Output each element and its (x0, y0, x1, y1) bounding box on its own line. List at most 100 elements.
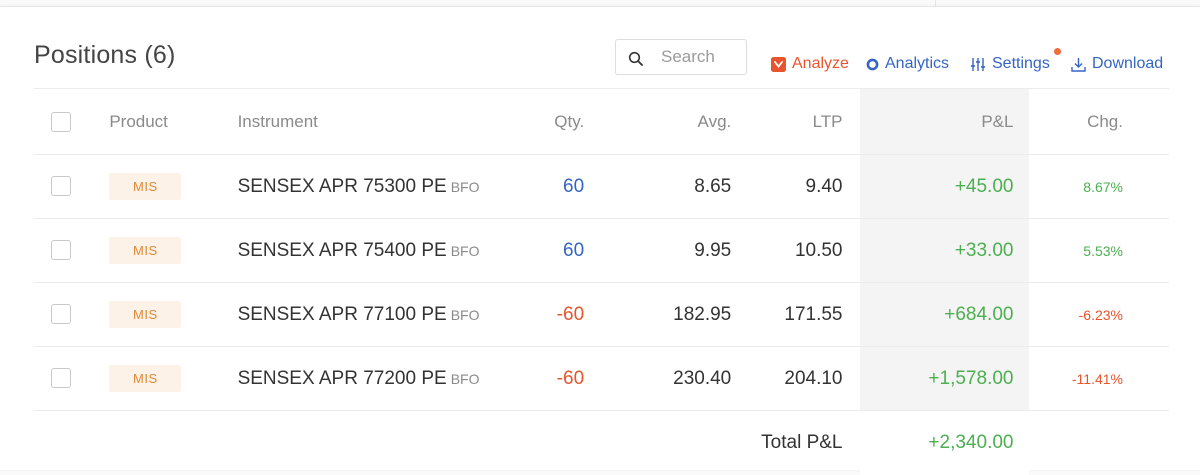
column-header-chg[interactable]: Chg. (1029, 88, 1169, 155)
column-header-qty[interactable]: Qty. (502, 88, 615, 155)
analytics-icon (866, 58, 879, 70)
analytics-label: Analytics (885, 55, 950, 72)
ltp-cell: 10.50 (731, 218, 860, 283)
download-label: Download (1092, 55, 1164, 72)
pnl-value: +45.00 (954, 175, 1014, 197)
row-select-cell (34, 282, 110, 347)
page-title: Positions (6) (34, 41, 176, 69)
pnl-cell: +45.00 (859, 154, 1030, 219)
chg-cell: 8.67% (1029, 154, 1169, 219)
instrument-cell[interactable]: SENSEX APR 75300 PE BFO (237, 154, 503, 219)
product-cell: MIS (109, 154, 238, 219)
qty-value: -60 (556, 303, 585, 325)
search-input[interactable] (661, 47, 741, 67)
pnl-value: +1,578.00 (928, 367, 1014, 389)
exchange-label: BFO (450, 370, 480, 387)
table-header-row: Product Instrument Qty. Avg. LTP P&L Chg… (34, 88, 1169, 155)
chg-value: 8.67% (1083, 178, 1123, 195)
column-header-product[interactable]: Product (109, 88, 238, 155)
avg-value: 9.95 (694, 239, 732, 261)
qty-value: -60 (556, 367, 585, 389)
qty-cell: -60 (502, 346, 615, 411)
analyze-label: Analyze (792, 55, 849, 72)
exchange-label: BFO (450, 178, 480, 195)
table-row[interactable]: MIS SENSEX APR 77200 PE BFO -60 230.40 20… (34, 346, 1169, 411)
column-header-instrument[interactable]: Instrument (237, 88, 503, 155)
instrument-cell[interactable]: SENSEX APR 77100 PE BFO (237, 282, 503, 347)
positions-panel: Positions (6) Analyze Analytics (0, 6, 1200, 475)
select-all-checkbox[interactable] (51, 111, 71, 132)
product-badge: MIS (109, 237, 182, 264)
ltp-value: 10.50 (794, 239, 843, 261)
chg-cell: 5.53% (1029, 218, 1169, 283)
product-cell: MIS (109, 346, 238, 411)
settings-notification-dot (1054, 48, 1061, 55)
column-header-ltp[interactable]: LTP (731, 88, 860, 155)
product-cell: MIS (109, 282, 238, 347)
product-badge: MIS (109, 365, 182, 392)
settings-button[interactable]: Settings (970, 54, 1050, 74)
row-select-cell (34, 218, 110, 283)
product-cell: MIS (109, 218, 238, 283)
settings-label: Settings (992, 55, 1050, 72)
avg-value: 8.65 (694, 175, 732, 197)
positions-table: Product Instrument Qty. Avg. LTP P&L Chg… (34, 88, 1169, 475)
total-pnl-value: +2,340.00 (928, 431, 1014, 453)
search-icon (628, 51, 643, 66)
product-badge: MIS (109, 301, 182, 328)
avg-value: 230.40 (673, 367, 732, 389)
ltp-value: 9.40 (805, 175, 843, 197)
chg-cell: -11.41% (1029, 346, 1169, 411)
column-header-pnl[interactable]: P&L (859, 88, 1030, 155)
total-spacer (34, 411, 109, 475)
row-checkbox[interactable] (51, 304, 71, 325)
column-header-qty-label: Qty. (554, 111, 585, 131)
instrument-name: SENSEX APR 75400 PE (237, 239, 447, 261)
total-spacer (502, 411, 614, 475)
total-pnl-label: Total P&L (761, 431, 843, 453)
ltp-cell: 204.10 (731, 346, 860, 411)
avg-value: 182.95 (673, 303, 732, 325)
positions-header: Positions (6) Analyze Analytics (0, 7, 1200, 89)
pnl-value: +684.00 (944, 303, 1014, 325)
exchange-label: BFO (450, 306, 480, 323)
pnl-cell: +684.00 (859, 282, 1030, 347)
column-header-ltp-label: LTP (812, 111, 843, 131)
row-select-cell (34, 154, 110, 219)
table-row[interactable]: MIS SENSEX APR 75400 PE BFO 60 9.95 10.50… (34, 218, 1169, 283)
total-spacer (238, 411, 503, 475)
column-header-avg[interactable]: Avg. (614, 88, 732, 155)
pnl-cell: +1,578.00 (859, 346, 1030, 411)
total-value-cell: +2,340.00 (859, 410, 1030, 475)
table-row[interactable]: MIS SENSEX APR 75300 PE BFO 60 8.65 9.40 … (34, 154, 1169, 219)
row-checkbox[interactable] (51, 176, 71, 197)
total-row: Total P&L +2,340.00 (34, 410, 1169, 475)
table-row[interactable]: MIS SENSEX APR 77100 PE BFO -60 182.95 17… (34, 282, 1169, 347)
search-box[interactable] (615, 39, 747, 75)
qty-cell: 60 (502, 154, 615, 219)
download-icon (1071, 57, 1086, 72)
instrument-cell[interactable]: SENSEX APR 77200 PE BFO (237, 346, 503, 411)
column-header-chg-label: Chg. (1087, 111, 1123, 131)
total-spacer (1029, 411, 1169, 475)
analyze-button[interactable]: Analyze (771, 54, 849, 74)
analytics-button[interactable]: Analytics (866, 54, 949, 74)
qty-value: 60 (563, 175, 585, 197)
avg-cell: 230.40 (614, 346, 732, 411)
exchange-label: BFO (450, 242, 480, 259)
ltp-cell: 9.40 (731, 154, 860, 219)
ltp-value: 171.55 (784, 303, 843, 325)
qty-cell: 60 (502, 218, 615, 283)
settings-icon (971, 57, 985, 71)
chg-cell: -6.23% (1029, 282, 1169, 347)
row-checkbox[interactable] (51, 368, 71, 389)
column-header-pnl-label: P&L (981, 111, 1014, 131)
avg-cell: 8.65 (614, 154, 732, 219)
download-button[interactable]: Download (1071, 54, 1163, 74)
row-checkbox[interactable] (51, 240, 71, 261)
instrument-name: SENSEX APR 77100 PE (237, 303, 447, 325)
ltp-cell: 171.55 (731, 282, 860, 347)
instrument-cell[interactable]: SENSEX APR 75400 PE BFO (237, 218, 503, 283)
chg-value: -6.23% (1078, 306, 1123, 323)
pnl-cell: +33.00 (859, 218, 1030, 283)
